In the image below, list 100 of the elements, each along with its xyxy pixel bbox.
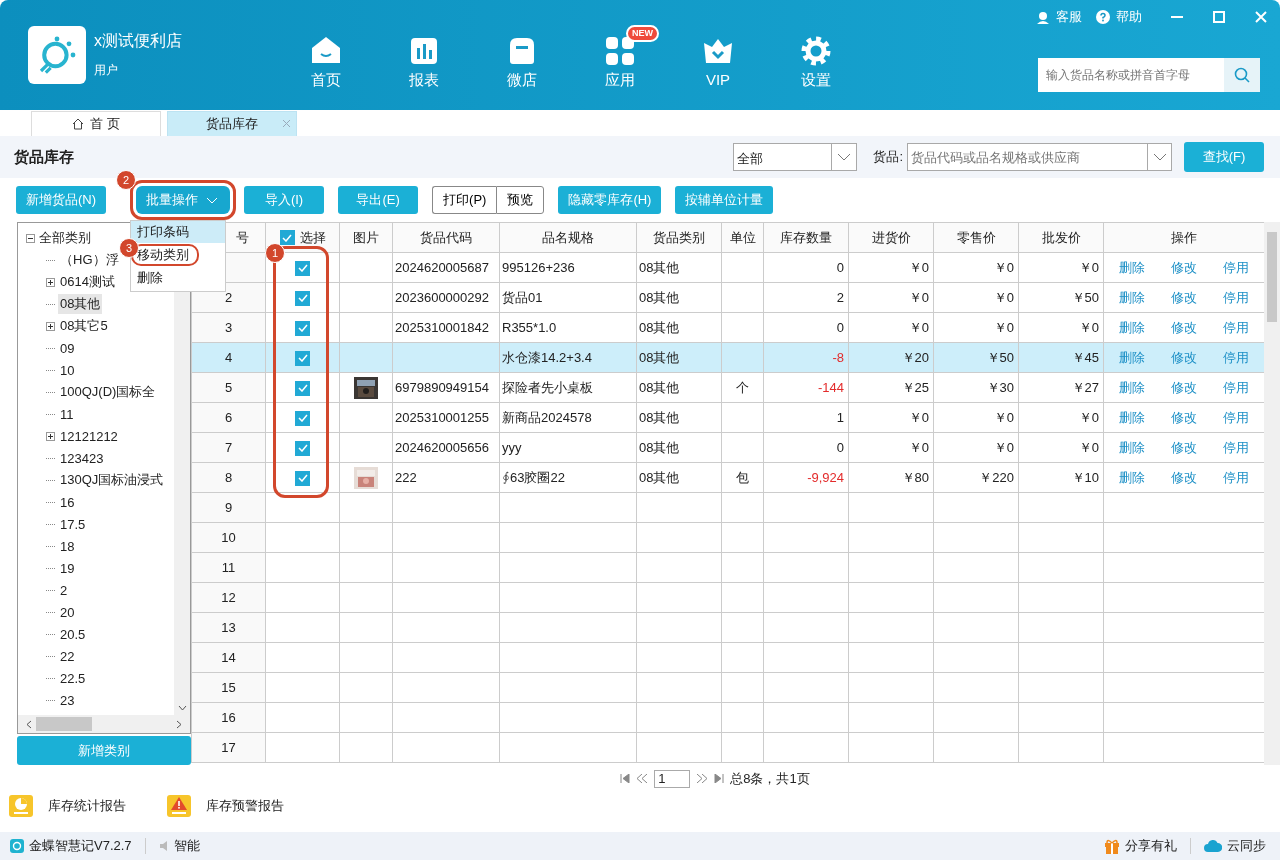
tree-item[interactable]: 22.5	[58, 669, 88, 687]
action-link[interactable]: 修改	[1171, 468, 1197, 487]
scrollbar[interactable]	[1264, 222, 1280, 765]
tree-item[interactable]: 11	[58, 405, 76, 423]
expand-icon[interactable]	[46, 277, 55, 287]
action-link[interactable]: 删除	[1119, 288, 1145, 307]
dropdown-button[interactable]	[1147, 143, 1172, 171]
row-checkbox[interactable]	[295, 260, 310, 276]
menu-item[interactable]: 打印条码	[131, 221, 226, 243]
toolbar-button[interactable]: 导出(E)	[338, 186, 419, 214]
scroll-left-icon[interactable]	[26, 719, 32, 729]
tree-item[interactable]: 16	[58, 493, 77, 511]
action-link[interactable]: 修改	[1171, 408, 1197, 427]
action-link[interactable]: 删除	[1119, 378, 1145, 397]
scroll-down-icon[interactable]	[177, 705, 187, 711]
action-link[interactable]: 删除	[1119, 348, 1145, 367]
collapse-icon[interactable]	[26, 233, 35, 243]
tree-item[interactable]: 18	[58, 537, 77, 555]
action-link[interactable]: 删除	[1119, 318, 1145, 337]
tree-item[interactable]: 19	[58, 559, 77, 577]
action-link[interactable]: 删除	[1119, 438, 1145, 457]
toolbar-button[interactable]: 新增货品(N)	[16, 186, 107, 214]
action-link[interactable]: 停用	[1223, 438, 1249, 457]
action-link[interactable]: 删除	[1119, 408, 1145, 427]
sync-link[interactable]: 云同步	[1227, 837, 1266, 855]
tree-item[interactable]: 全部类别	[26, 227, 91, 249]
action-link[interactable]: 停用	[1223, 468, 1249, 487]
share-link[interactable]: 分享有礼	[1125, 837, 1177, 855]
maximize-icon[interactable]	[1212, 10, 1226, 24]
tree-item[interactable]: 0614测试	[58, 272, 117, 292]
find-button[interactable]: 查找(F)	[1184, 142, 1264, 172]
nav-item[interactable]: 微店	[498, 34, 546, 90]
action-link[interactable]: 停用	[1223, 258, 1249, 277]
goods-field[interactable]: 货品代码或品名规格或供应商	[907, 143, 1147, 171]
action-link[interactable]: 停用	[1223, 318, 1249, 337]
row-checkbox[interactable]	[295, 350, 310, 366]
next-page-icon[interactable]	[696, 774, 709, 783]
previous-page-icon[interactable]	[636, 774, 649, 783]
toolbar-button[interactable]: 打印(P)	[432, 186, 497, 214]
tree-item[interactable]: 100QJ(D)国标全	[58, 382, 158, 402]
scrollbar[interactable]	[18, 715, 190, 733]
row-checkbox[interactable]	[295, 470, 310, 486]
select-all-checkbox[interactable]	[279, 230, 295, 245]
row-checkbox[interactable]	[295, 380, 310, 396]
tree-item[interactable]: 08其他	[58, 294, 103, 314]
close-tab-icon[interactable]	[282, 119, 291, 128]
action-link[interactable]: 删除	[1119, 468, 1145, 487]
report-link[interactable]: 库存统计报告	[48, 797, 126, 815]
tree-item[interactable]: 09	[58, 339, 77, 357]
scroll-right-icon[interactable]	[176, 719, 182, 729]
tree-item[interactable]: 20.5	[58, 625, 88, 643]
tree-item[interactable]: 08其它5	[58, 316, 110, 336]
nav-item[interactable]: 设置	[792, 34, 840, 90]
nav-item[interactable]: VIP	[694, 34, 742, 88]
tree-item[interactable]: 20	[58, 603, 77, 621]
service-link[interactable]: 客服	[1036, 8, 1082, 26]
tree-item[interactable]: 23	[58, 691, 77, 709]
tree-item[interactable]: 17.5	[58, 515, 88, 533]
action-link[interactable]: 修改	[1171, 288, 1197, 307]
page-tab[interactable]: 货品库存	[167, 111, 297, 136]
add-category-button[interactable]: 新增类别	[17, 736, 191, 765]
scope-dropdown[interactable]: 全部	[733, 143, 858, 171]
action-link[interactable]: 修改	[1171, 258, 1197, 277]
first-page-icon[interactable]	[620, 774, 631, 783]
action-link[interactable]: 停用	[1223, 408, 1249, 427]
action-link[interactable]: 删除	[1119, 258, 1145, 277]
toolbar-button[interactable]: 按辅单位计量	[675, 186, 774, 214]
row-checkbox[interactable]	[295, 320, 310, 336]
expand-icon[interactable]	[46, 321, 55, 331]
tree-item[interactable]: 2	[58, 581, 70, 599]
page-tab[interactable]: 首 页	[31, 111, 161, 136]
tree-item[interactable]: 123423	[58, 449, 106, 467]
tree-item[interactable]: （HG）浮	[58, 250, 121, 270]
close-icon[interactable]	[1254, 10, 1268, 24]
nav-item[interactable]: 首页	[302, 34, 350, 90]
action-link[interactable]: 修改	[1171, 348, 1197, 367]
tree-item[interactable]: 130QJ国标油浸式	[58, 470, 166, 490]
row-checkbox[interactable]	[295, 290, 310, 306]
last-page-icon[interactable]	[714, 774, 725, 783]
action-link[interactable]: 停用	[1223, 378, 1249, 397]
help-link[interactable]: 帮助	[1096, 8, 1142, 26]
action-link[interactable]: 停用	[1223, 348, 1249, 367]
action-link[interactable]: 修改	[1171, 438, 1197, 457]
expand-icon[interactable]	[46, 431, 55, 441]
action-link[interactable]: 停用	[1223, 288, 1249, 307]
nav-item[interactable]: 报表	[400, 34, 448, 90]
menu-item[interactable]: 删除	[131, 267, 226, 289]
row-checkbox[interactable]	[295, 410, 310, 426]
tree-item[interactable]: 22	[58, 647, 77, 665]
toolbar-button[interactable]: 预览	[496, 186, 545, 214]
row-checkbox[interactable]	[295, 440, 310, 456]
page-field[interactable]: 1	[654, 769, 691, 788]
toolbar-button[interactable]: 隐藏零库存(H)	[558, 186, 662, 214]
toolbar-button[interactable]: 导入(I)	[244, 186, 325, 214]
search-button[interactable]	[1224, 58, 1260, 92]
tree-item[interactable]: 12121212	[58, 427, 120, 445]
report-link[interactable]: 库存预警报告	[206, 797, 284, 815]
action-link[interactable]: 修改	[1171, 378, 1197, 397]
action-link[interactable]: 修改	[1171, 318, 1197, 337]
tree-item[interactable]: 10	[58, 361, 77, 379]
